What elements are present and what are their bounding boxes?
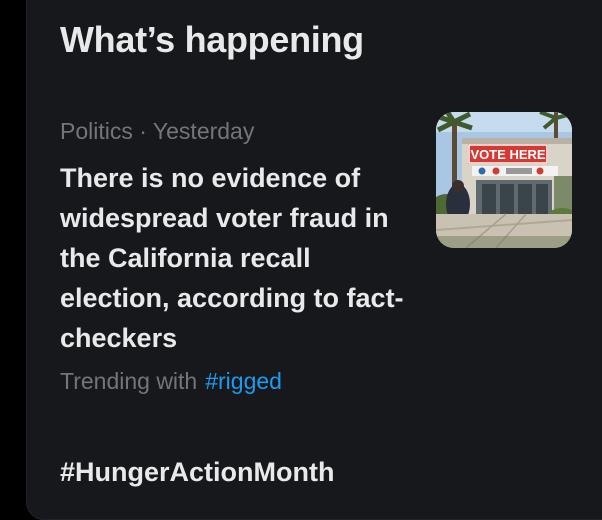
vote-here-image: VOTE HERE [436,112,572,248]
trending-with: Trending with #rigged [60,366,282,396]
trend-item-hashtag[interactable]: #HungerActionMonth [60,452,334,492]
hashtag-link[interactable]: #rigged [205,368,282,394]
trend-meta: Politics · Yesterday [60,116,254,146]
sign-text: VOTE HERE [470,147,545,162]
trending-with-label: Trending with [60,368,198,394]
trend-headline[interactable]: There is no evidence of widespread voter… [60,158,405,358]
trend-item[interactable]: Politics · Yesterday There is no evidenc… [60,112,600,412]
trend-thumbnail[interactable]: VOTE HERE [436,112,572,248]
meta-separator: · [139,118,147,144]
trend-category: Politics [60,118,133,144]
trend-time: Yesterday [152,118,255,144]
section-title: What’s happening [60,19,364,60]
